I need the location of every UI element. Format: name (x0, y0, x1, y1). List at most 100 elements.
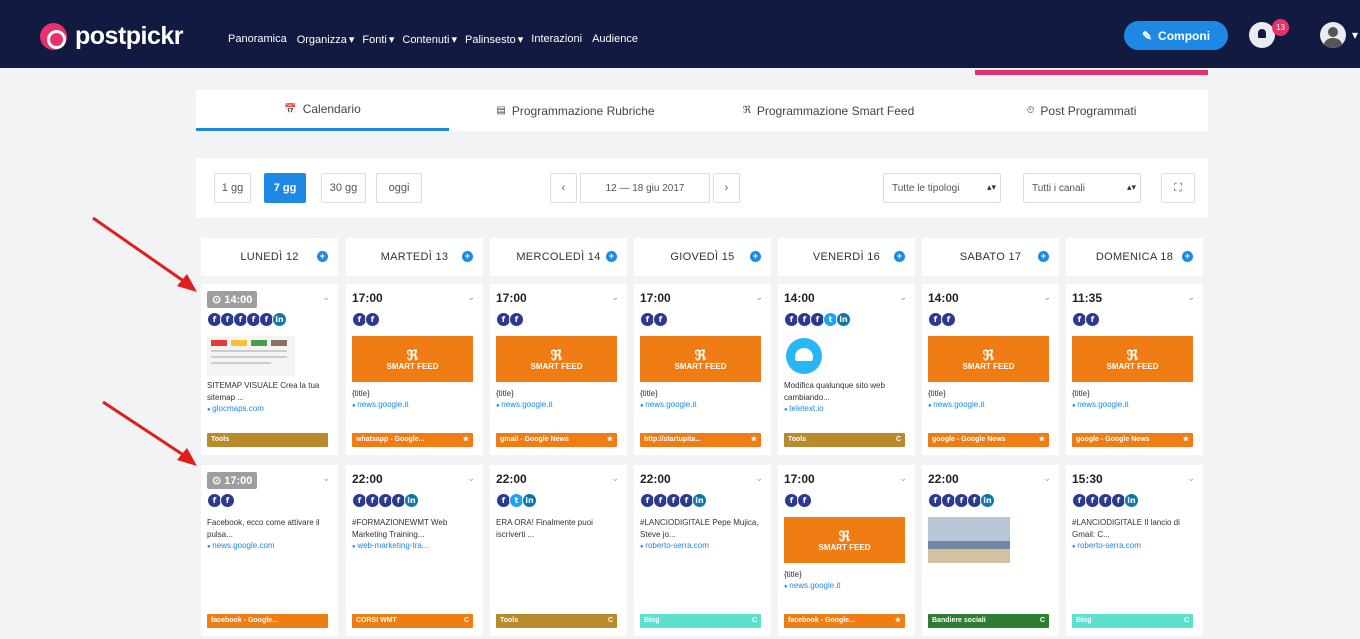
source-link[interactable]: ● news.google.it (1072, 400, 1128, 409)
source-link[interactable]: ● news.google.com (207, 541, 275, 550)
post-time-value: 14:00 (224, 294, 253, 306)
source-link[interactable]: ● news.google.it (496, 400, 552, 409)
post-card[interactable]: ⊙ 14:00 ⌄ f f f f f in SITEMAP VISUALE Crea la t… (201, 284, 338, 455)
logo[interactable]: postpickr (40, 22, 184, 51)
category-tag-label: google - Google News (932, 436, 1006, 443)
nav-item-1[interactable]: Organizza ▾ (297, 33, 355, 46)
add-post-icon[interactable]: + (894, 251, 905, 262)
range-7-days-button[interactable]: 7 gg (264, 173, 306, 203)
tag-icon: C (895, 436, 901, 443)
facebook-icon: f (797, 493, 812, 508)
post-card[interactable]: 22:00 ⌄ f t in ERA ORA! Finalmente puoi iscri… (490, 465, 627, 636)
chevron-down-icon[interactable]: ⌄ (467, 473, 475, 484)
day-header: GIOVEDÌ 15 + (634, 238, 771, 276)
chevron-down-icon[interactable]: ⌄ (1043, 292, 1051, 303)
post-time: ⊙ 17:00 (207, 472, 258, 489)
range-1-day-button[interactable]: 1 gg (214, 173, 251, 203)
source-link[interactable]: ● news.google.it (352, 400, 408, 409)
post-time: 22:00 (496, 472, 527, 486)
chevron-down-icon[interactable]: ⌄ (611, 292, 619, 303)
post-card[interactable]: 17:00 ⌄ f f ℜ SMART FEED {title} ● news.google.… (634, 284, 771, 455)
tag-icon: ★ (606, 436, 613, 443)
chevron-down-icon[interactable]: ⌄ (322, 473, 330, 484)
chevron-down-icon[interactable]: ▾ (1352, 28, 1358, 42)
nav-item-5[interactable]: Interazioni (531, 33, 584, 46)
tag-icon: C (607, 617, 613, 624)
source-link[interactable]: ● glocmaps.com (207, 404, 264, 413)
add-post-icon[interactable]: + (462, 251, 473, 262)
post-time: 22:00 (640, 472, 671, 486)
nav-item-6[interactable]: Audience (592, 33, 640, 46)
add-post-icon[interactable]: + (1182, 251, 1193, 262)
chevron-down-icon[interactable]: ⌄ (755, 292, 763, 303)
chevron-down-icon[interactable]: ⌄ (322, 292, 330, 303)
tab-3[interactable]: ⏲ Post Programmati (955, 90, 1208, 131)
post-card[interactable]: 22:00 ⌄ f f f f in Bandiere sociali C (922, 465, 1059, 636)
category-tag: gmail - Google News ★ (496, 433, 617, 447)
post-card[interactable]: ⊙ 17:00 ⌄ f f Facebook, ecco come attivare i… (201, 465, 338, 636)
nav-item-2[interactable]: Fonti ▾ (362, 33, 394, 46)
post-card[interactable]: 14:00 ⌄ f f ℜ SMART FEED {title} ● news.google.… (922, 284, 1059, 455)
chevron-down-icon[interactable]: ⌄ (467, 292, 475, 303)
fullscreen-button[interactable]: ⛶ (1161, 173, 1195, 203)
add-post-icon[interactable]: + (606, 251, 617, 262)
chevron-down-icon[interactable]: ⌄ (1187, 473, 1195, 484)
category-tag-label: Tools (500, 617, 519, 624)
previous-week-button[interactable]: ‹ (550, 173, 577, 203)
date-range-display[interactable]: 12 — 18 giu 2017 (580, 173, 710, 203)
smart-feed-label: SMART FEED (818, 542, 871, 552)
post-card[interactable]: 15:30 ⌄ f f f f in #LANCIODIGITALE Il lancio di… (1066, 465, 1203, 636)
tab-icon: ℜ (742, 105, 751, 116)
post-time: 22:00 (928, 472, 959, 486)
add-post-icon[interactable]: + (750, 251, 761, 262)
range-30-days-button[interactable]: 30 gg (321, 173, 366, 203)
top-navbar: postpickr Panoramica Organizza ▾ Fonti ▾ Cont… (0, 0, 1360, 68)
post-card[interactable]: 22:00 ⌄ f f f f in #FORMAZIONEWMT Web Marketing… (346, 465, 483, 636)
compose-button[interactable]: ✎ Componi (1124, 21, 1228, 50)
add-post-icon[interactable]: + (1038, 251, 1049, 262)
post-card[interactable]: 17:00 ⌄ f f ℜ SMART FEED {title} ● news.google.… (778, 465, 915, 636)
channel-icons: f f f f in (352, 493, 419, 508)
user-avatar[interactable] (1320, 22, 1346, 48)
source-link[interactable]: ● teletext.io (784, 404, 824, 413)
tab-2[interactable]: ℜ Programmazione Smart Feed (702, 90, 955, 131)
next-week-button[interactable]: › (713, 173, 740, 203)
chevron-down-icon: ▾ (388, 34, 395, 46)
nav-item-0[interactable]: Panoramica (228, 33, 289, 46)
post-card[interactable]: 14:00 ⌄ f f f t in Modifica qualunque sito web … (778, 284, 915, 455)
post-card[interactable]: 17:00 ⌄ f f ℜ SMART FEED {title} ● news.google.… (490, 284, 627, 455)
source-link[interactable]: ● web-marketing-tra... (352, 541, 428, 550)
post-card[interactable]: 22:00 ⌄ f f f f in #LANCIODIGITALE Pepe Mujica,… (634, 465, 771, 636)
chevron-down-icon[interactable]: ⌄ (755, 473, 763, 484)
source-link[interactable]: ● news.google.it (928, 400, 984, 409)
linkedin-icon: in (404, 493, 419, 508)
source-link[interactable]: ● roberto-serra.com (1072, 541, 1141, 550)
post-card[interactable]: 17:00 ⌄ f f ℜ SMART FEED {title} ● news.google.… (346, 284, 483, 455)
facebook-icon: f (509, 312, 524, 327)
brand-name: postpickr (75, 22, 184, 50)
chevron-down-icon[interactable]: ⌄ (1043, 473, 1051, 484)
rss-icon: ℜ (838, 527, 851, 544)
clock-icon: ⊙ (212, 475, 225, 487)
chevron-down-icon[interactable]: ⌄ (899, 292, 907, 303)
chevron-down-icon[interactable]: ⌄ (611, 473, 619, 484)
source-link[interactable]: ● roberto-serra.com (640, 541, 709, 550)
channel-icons: f f f t in (784, 312, 851, 327)
type-filter-select[interactable]: Tutte le tipologi ▴▾ (883, 173, 1001, 203)
tag-icon: C (463, 617, 469, 624)
chevron-down-icon[interactable]: ⌄ (1187, 292, 1195, 303)
nav-item-4[interactable]: Palinsesto ▾ (465, 33, 523, 46)
tab-1[interactable]: ▤ Programmazione Rubriche (449, 90, 702, 131)
post-description: {title} (1072, 389, 1090, 398)
source-link[interactable]: ● news.google.it (784, 581, 840, 590)
day-header: DOMENICA 18 + (1066, 238, 1203, 276)
channel-filter-select[interactable]: Tutti i canali ▴▾ (1023, 173, 1141, 203)
add-post-icon[interactable]: + (317, 251, 328, 262)
category-tag-label: google - Google News (1076, 436, 1150, 443)
tab-0[interactable]: 📅 Calendario (196, 90, 449, 131)
source-link[interactable]: ● news.google.it (640, 400, 696, 409)
nav-item-3[interactable]: Contenuti ▾ (402, 33, 457, 46)
chevron-down-icon[interactable]: ⌄ (899, 473, 907, 484)
today-button[interactable]: oggi (376, 173, 422, 203)
post-card[interactable]: 11:35 ⌄ f f ℜ SMART FEED {title} ● news.google.… (1066, 284, 1203, 455)
